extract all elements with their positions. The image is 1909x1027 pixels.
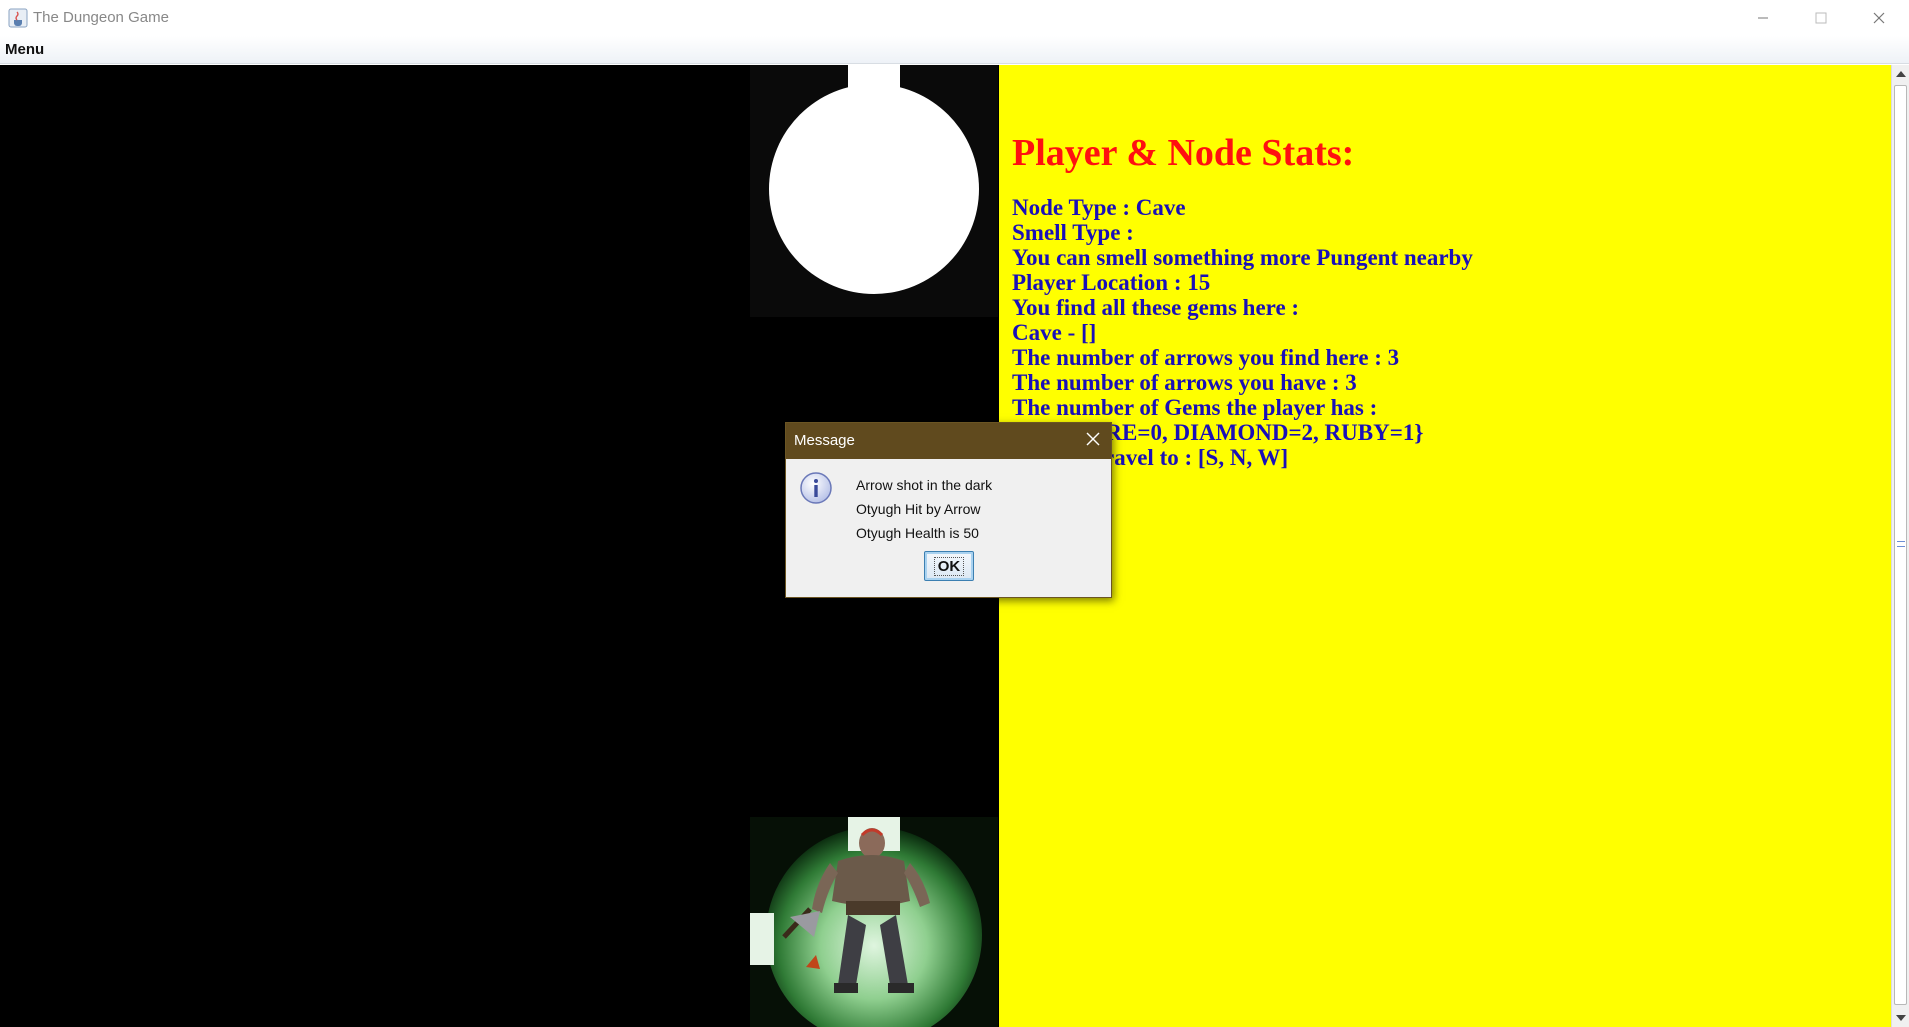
ok-button[interactable]: OK	[924, 551, 974, 581]
vertical-scrollbar[interactable]	[1891, 65, 1909, 1027]
scroll-thumb[interactable]	[1894, 85, 1907, 1005]
explored-cave-tile	[750, 65, 998, 317]
dialog-message-line: Otyugh Hit by Arrow	[856, 501, 981, 517]
dialog-message-line: Arrow shot in the dark	[856, 477, 993, 493]
stats-panel: Player & Node Stats: Node Type : Cave Sm…	[999, 65, 1891, 1027]
warrior-character-icon	[750, 817, 998, 1027]
java-app-icon	[8, 8, 28, 28]
info-icon	[800, 472, 832, 504]
scroll-down-arrow-icon[interactable]	[1892, 1009, 1909, 1027]
dialog-titlebar: Message	[786, 423, 1111, 459]
scroll-grip-icon	[1897, 541, 1905, 547]
stat-gems-here-label: You find all these gems here :	[1012, 295, 1300, 320]
message-dialog: Message Arrow shot in the dark Otyugh Hi…	[785, 422, 1112, 598]
dialog-close-button[interactable]	[1083, 431, 1103, 451]
stat-arrows-here: The number of arrows you find here : 3	[1012, 345, 1400, 370]
dialog-title: Message	[794, 432, 855, 449]
player-tile	[750, 817, 998, 1027]
stats-heading: Player & Node Stats:	[1012, 132, 1355, 174]
menu-button[interactable]: Menu	[5, 41, 44, 58]
window-titlebar: The Dungeon Game	[0, 0, 1909, 36]
window-title: The Dungeon Game	[33, 9, 169, 26]
maximize-button[interactable]	[1792, 0, 1850, 36]
menubar: Menu	[0, 36, 1909, 64]
dialog-messages: Arrow shot in the dark Otyugh Hit by Arr…	[856, 473, 992, 545]
stat-smell-description: You can smell something more Pungent nea…	[1012, 245, 1473, 270]
scroll-up-arrow-icon[interactable]	[1892, 65, 1909, 83]
minimize-button[interactable]	[1734, 0, 1792, 36]
ok-button-label: OK	[933, 556, 965, 576]
stat-node-type: Node Type : Cave	[1012, 195, 1186, 220]
close-window-button[interactable]	[1850, 0, 1908, 36]
close-icon	[1086, 432, 1100, 446]
stat-cave-gems: Cave - []	[1012, 320, 1097, 345]
stat-player-location: Player Location : 15	[1012, 270, 1211, 295]
stat-smell-type: Smell Type :	[1012, 220, 1134, 245]
cave-circle-icon	[769, 65, 979, 294]
stat-player-gems-label: The number of Gems the player has :	[1012, 395, 1378, 420]
close-icon	[1873, 12, 1885, 24]
stat-arrows-have: The number of arrows you have : 3	[1012, 370, 1357, 395]
dialog-message-line: Otyugh Health is 50	[856, 525, 979, 541]
